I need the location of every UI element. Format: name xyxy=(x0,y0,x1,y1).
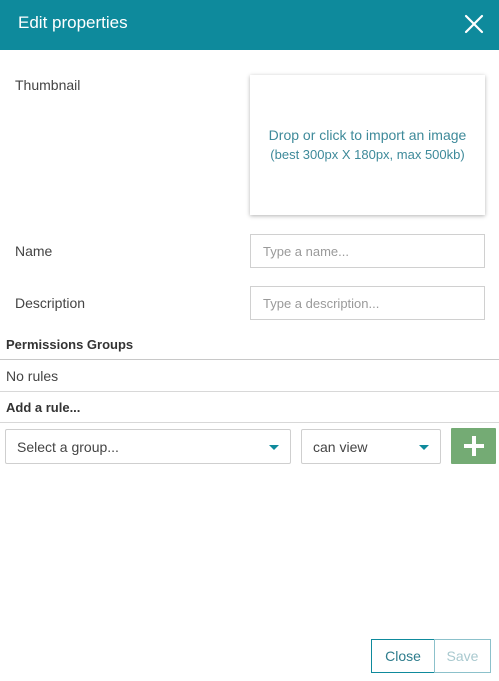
description-label: Description xyxy=(15,295,86,311)
permissions-groups-title: Permissions Groups xyxy=(6,337,134,352)
add-rule-button[interactable] xyxy=(451,428,496,464)
group-select-value: Select a group... xyxy=(17,439,119,455)
divider xyxy=(0,359,499,360)
name-input[interactable] xyxy=(250,234,485,268)
name-label: Name xyxy=(15,243,53,259)
thumbnail-drop-text: Drop or click to import an image xyxy=(268,127,467,143)
access-select[interactable]: can view xyxy=(301,429,441,464)
chevron-down-icon xyxy=(269,445,279,450)
add-rule-title: Add a rule... xyxy=(6,400,81,415)
dialog-header: Edit properties xyxy=(0,0,499,50)
description-input[interactable] xyxy=(250,286,485,320)
close-button[interactable]: Close xyxy=(371,639,435,673)
thumbnail-dropzone[interactable]: Drop or click to import an image (best 3… xyxy=(250,75,485,215)
divider xyxy=(0,391,499,392)
close-icon[interactable] xyxy=(463,13,485,35)
chevron-down-icon xyxy=(419,445,429,450)
access-select-value: can view xyxy=(313,439,368,455)
no-rules-text: No rules xyxy=(6,368,59,384)
dialog-title: Edit properties xyxy=(18,13,128,32)
plus-icon xyxy=(464,436,484,456)
thumbnail-label: Thumbnail xyxy=(15,77,81,93)
group-select[interactable]: Select a group... xyxy=(5,429,291,464)
save-button[interactable]: Save xyxy=(434,639,491,673)
divider xyxy=(0,422,499,423)
thumbnail-drop-hint: (best 300px X 180px, max 500kb) xyxy=(270,147,465,162)
